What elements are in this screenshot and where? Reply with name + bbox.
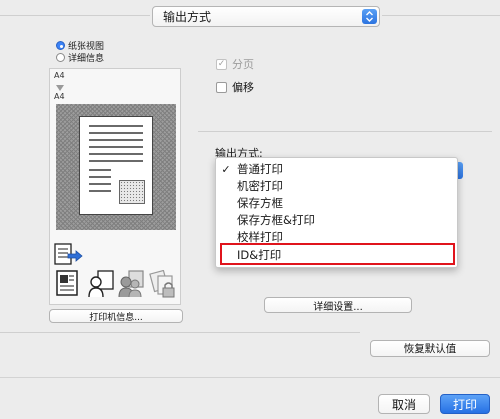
- menu-item-label: 保存方框&打印: [237, 213, 315, 227]
- checkmark-icon: ✓: [221, 162, 231, 176]
- top-divider-left: [0, 15, 150, 16]
- paper-size-to: A4: [54, 92, 65, 101]
- menu-item-save-box[interactable]: 保存方框: [216, 195, 457, 211]
- top-divider-right: [382, 15, 500, 16]
- offset-checkbox[interactable]: 偏移: [216, 79, 254, 95]
- collate-checkbox[interactable]: ✓ 分页: [216, 56, 254, 72]
- paper-size-from: A4: [54, 71, 65, 80]
- print-button[interactable]: 打印: [440, 394, 490, 414]
- collate-label: 分页: [232, 58, 254, 71]
- menu-item-normal-print[interactable]: ✓ 普通打印: [216, 161, 457, 177]
- options-divider: [198, 131, 492, 132]
- cancel-button[interactable]: 取消: [378, 394, 430, 414]
- section-divider-left: [0, 332, 360, 333]
- collate-checkbox-box: ✓: [216, 58, 227, 70]
- print-mode-icon: [54, 243, 84, 272]
- details-button[interactable]: 详细设置...: [264, 297, 412, 313]
- printer-info-button[interactable]: 打印机信息...: [49, 309, 183, 323]
- secure-print-icon: [148, 269, 176, 301]
- menu-item-label: 保存方框: [237, 196, 283, 210]
- output-method-popup[interactable]: 输出方式: [152, 6, 380, 27]
- highlight-outline: [220, 243, 455, 265]
- radio-details-label: 详细信息: [68, 54, 105, 64]
- offset-checkbox-box: [216, 81, 227, 93]
- radio-details[interactable]: 详细信息: [56, 51, 104, 64]
- menu-item-save-box-print[interactable]: 保存方框&打印: [216, 212, 457, 228]
- popup-stepper-icon: [362, 9, 377, 24]
- user-auth-icon: [88, 270, 114, 301]
- image-placeholder-icon: [119, 180, 145, 204]
- radio-paper-view-indicator: [56, 41, 65, 50]
- menu-item-secure-print[interactable]: 机密打印: [216, 178, 457, 194]
- menu-item-label: 机密打印: [237, 179, 283, 193]
- offset-label: 偏移: [232, 81, 254, 94]
- radio-details-indicator: [56, 53, 65, 62]
- page-preview: [79, 116, 153, 215]
- document-icon: [56, 270, 78, 299]
- menu-item-label: 普通打印: [237, 162, 283, 176]
- output-method-popup-label: 输出方式: [163, 10, 212, 24]
- account-track-icon: [117, 270, 145, 301]
- restore-defaults-button[interactable]: 恢复默认值: [370, 340, 490, 357]
